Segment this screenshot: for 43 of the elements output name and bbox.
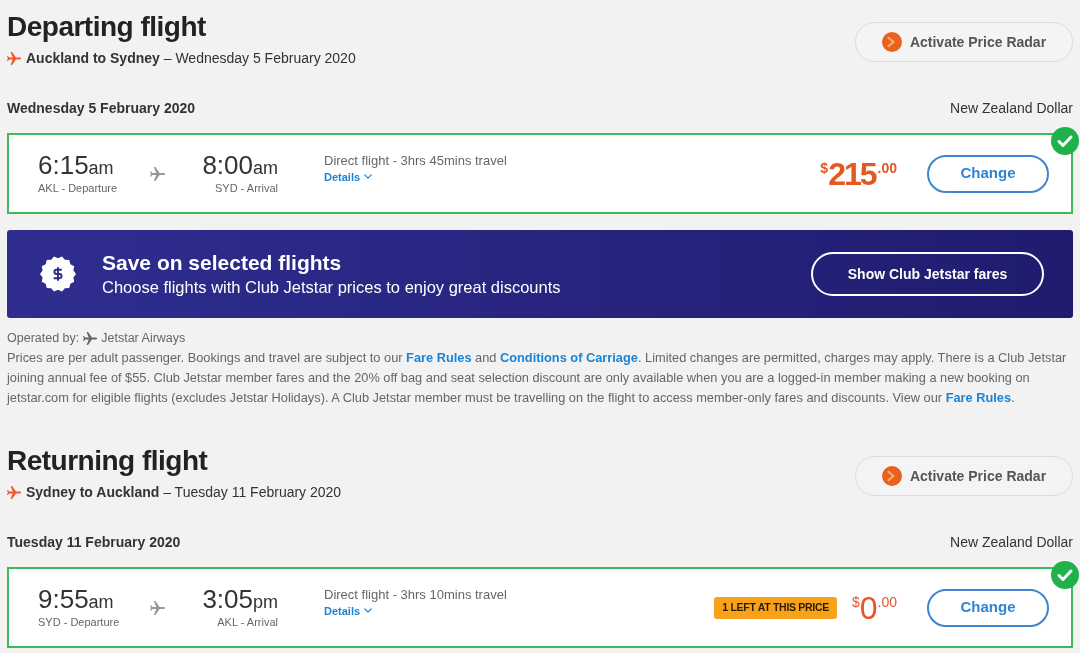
arrival-label: SYD - Arrival xyxy=(215,182,278,195)
route-text: Sydney to Auckland – Tuesday 11 February 2020 xyxy=(26,483,342,502)
arrival-time: 3:05pm xyxy=(202,586,278,616)
operated-label: Operated by: xyxy=(7,330,80,347)
change-button[interactable]: Change xyxy=(927,588,1049,627)
club-fares-button[interactable]: Show Club Jetstar fares xyxy=(811,252,1044,296)
promo-title: Save on selected flights xyxy=(102,250,342,276)
price-radar-button[interactable]: Activate Price Radar xyxy=(855,22,1073,62)
price-radar-button[interactable]: Activate Price Radar xyxy=(855,456,1073,496)
flight-info: Direct flight - 3hrs 45mins travel xyxy=(324,152,507,169)
currency-label: New Zealand Dollar xyxy=(950,533,1073,552)
airline-name: Jetstar Airways xyxy=(101,330,186,347)
date-heading: Wednesday 5 February 2020 xyxy=(7,99,196,118)
promo-subtitle: Choose flights with Club Jetstar prices to enjoy great discounts xyxy=(102,277,561,298)
currency-label: New Zealand Dollar xyxy=(950,99,1073,118)
plane-icon xyxy=(150,166,165,181)
date-heading: Tuesday 11 February 2020 xyxy=(7,533,181,552)
availability-badge: 1 LEFT AT THIS PRICE xyxy=(714,596,837,619)
chevron-disc-icon xyxy=(881,466,902,486)
plane-icon xyxy=(83,331,98,345)
plane-icon xyxy=(150,600,165,615)
dollar-badge-icon xyxy=(40,256,76,292)
chevron-disc-icon xyxy=(881,32,902,52)
arrival-label: AKL - Arrival xyxy=(217,616,278,629)
flight-info: Direct flight - 3hrs 10mins travel xyxy=(324,586,507,603)
departure-label: AKL - Departure xyxy=(38,182,118,195)
chevron-down-icon xyxy=(364,608,373,613)
section-title: Returning flight xyxy=(7,444,208,478)
route-text: Auckland to Sydney – Wednesday 5 February 2020 xyxy=(26,49,356,68)
arrival-time: 8:00am xyxy=(202,152,278,182)
departure-label: SYD - Departure xyxy=(38,616,120,629)
text-link[interactable]: Conditions of Carriage xyxy=(500,350,638,365)
change-button[interactable]: Change xyxy=(927,154,1049,193)
fare-notice: Prices are per adult passenger. Bookings and travel are subject to our Fare Rules and Conditions of Carriage. Limited changes are permitted, charges may apply. There is a Club Jetstar joining annual fee of $55. Club Jetstar member fares and the 20% off bag and seat selection discount are only available when you are a logged-in member making a new booking on jetstar.com for eligible flights (excludes Jetstar Holidays). A Club Jetstar member must be travelling on the flight to access member-only fares and discounts. View our Fare Rules. xyxy=(7,349,1068,407)
section-title: Departing flight xyxy=(7,10,206,44)
departure-time: 9:55am xyxy=(38,586,114,616)
plane-icon xyxy=(7,485,21,499)
details-link[interactable]: Details xyxy=(324,602,373,619)
departure-time: 6:15am xyxy=(38,152,114,182)
details-link[interactable]: Details xyxy=(324,168,373,185)
plane-icon xyxy=(7,51,21,65)
chevron-down-icon xyxy=(364,174,373,179)
text-link[interactable]: Fare Rules xyxy=(406,350,472,365)
